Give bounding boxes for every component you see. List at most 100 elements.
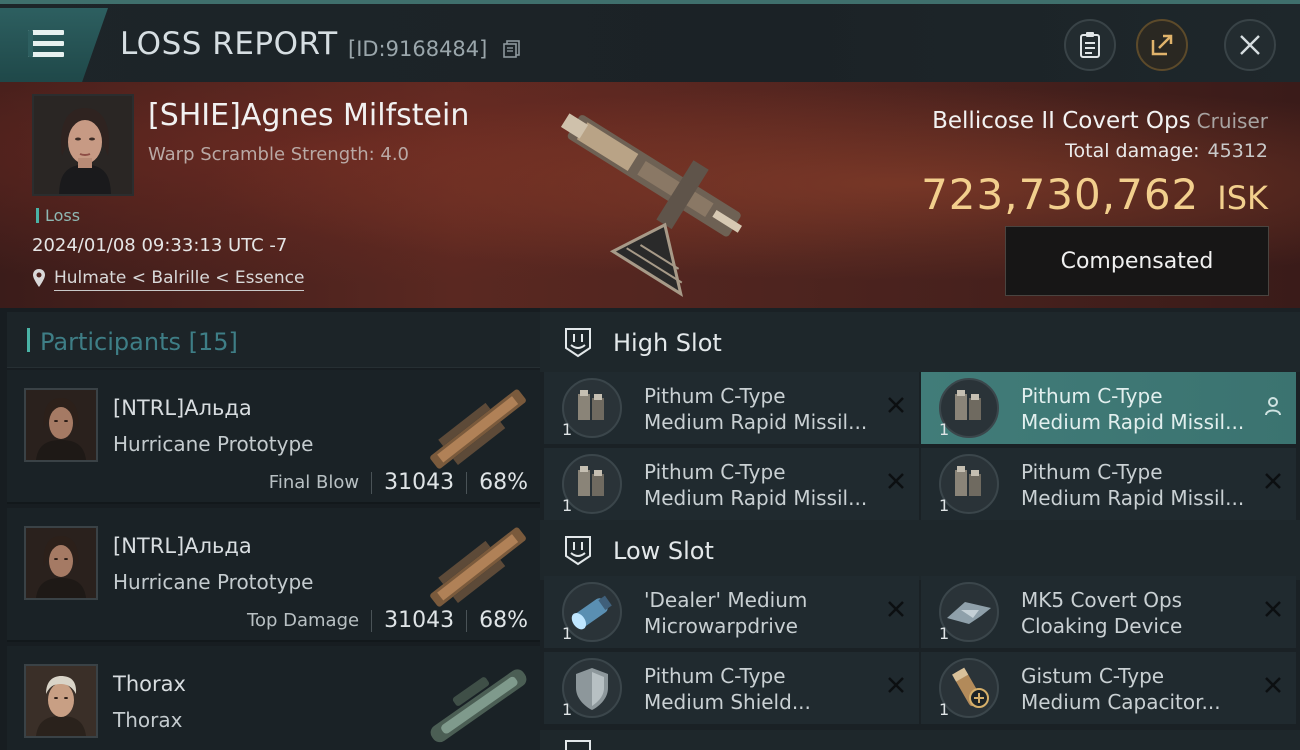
isk-unit: ISK: [1217, 179, 1268, 217]
menu-button[interactable]: [0, 8, 108, 82]
participant-card[interactable]: [NTRL]Альда Hurricane Prototype Top Dama…: [7, 508, 540, 642]
loss-timestamp: 2024/01/08 09:33:13 UTC -7: [32, 235, 288, 256]
participant-ship: Thorax: [113, 708, 183, 732]
location-pin-icon: [33, 269, 45, 287]
top-damage-tag: Top Damage: [247, 610, 360, 631]
module-card-selected[interactable]: 1 Pithum C-Type Medium Rapid Missil...: [921, 372, 1296, 444]
report-id: [ID:9168484]: [348, 37, 488, 61]
participant-card[interactable]: [NTRL]Альда Hurricane Prototype Final Bl…: [7, 370, 540, 504]
module-name-line1: Pithum C-Type: [1021, 384, 1163, 408]
destroyed-x-icon: [888, 601, 904, 617]
module-card[interactable]: 1 Pithum C-Type Medium Shield...: [544, 652, 919, 724]
module-card[interactable]: 1 'Dealer' Medium Microwarpdrive: [544, 576, 919, 648]
victim-ship-image[interactable]: [530, 82, 770, 302]
module-card[interactable]: 1 MK5 Covert Ops Cloaking Device: [921, 576, 1296, 648]
close-icon: [1240, 35, 1260, 55]
module-quantity: 1: [562, 420, 573, 439]
participants-panel: Participants [15] [NTRL]Альда Hurricane …: [0, 308, 540, 750]
module-card[interactable]: 1 Pithum C-Type Medium Rapid Missil...: [921, 448, 1296, 520]
module-quantity: 1: [562, 624, 573, 643]
module-name-line2: Medium Capacitor...: [1021, 690, 1221, 714]
close-button[interactable]: [1224, 19, 1276, 71]
participant-ship-image[interactable]: [419, 510, 537, 610]
loss-tag: Loss: [36, 206, 80, 225]
location-link[interactable]: Hulmate < Balrille < Essence: [54, 268, 305, 291]
total-damage-label: Total damage:: [1065, 140, 1200, 162]
participant-portrait[interactable]: [24, 388, 98, 462]
module-name-line1: Pithum C-Type: [1021, 460, 1163, 484]
module-name-line2: Medium Rapid Missil...: [1021, 410, 1245, 434]
module-name-line1: MK5 Covert Ops: [1021, 588, 1183, 612]
module-name-line2: Medium Rapid Missil...: [644, 410, 868, 434]
participant-name[interactable]: [NTRL]Альда: [113, 534, 252, 558]
module-card[interactable]: 1 Pithum C-Type Medium Rapid Missil...: [544, 372, 919, 444]
participant-name[interactable]: [NTRL]Альда: [113, 396, 252, 420]
participant-ship-image[interactable]: [419, 372, 537, 472]
participant-damage: 31043: [384, 608, 455, 633]
module-quantity: 1: [939, 496, 950, 515]
victim-banner: [SHIE]Agnes Milfstein Warp Scramble Stre…: [0, 82, 1300, 308]
module-name-line2: Medium Rapid Missil...: [1021, 486, 1245, 510]
participants-header: Participants [15]: [7, 312, 540, 368]
module-name-line2: Microwarpdrive: [644, 614, 798, 638]
module-quantity: 1: [562, 496, 573, 515]
high-slot-header: High Slot: [540, 312, 1300, 372]
total-damage-value: 45312: [1207, 140, 1268, 162]
destroyed-x-icon: [1265, 601, 1281, 617]
participants-title: Participants [15]: [40, 328, 238, 356]
isk-value: 723,730,762: [921, 170, 1200, 219]
module-name-line1: 'Dealer' Medium: [644, 588, 808, 612]
participant-portrait[interactable]: [24, 664, 98, 738]
low-slot-icon: [565, 536, 591, 566]
participant-ship-image[interactable]: [419, 648, 537, 748]
final-blow-tag: Final Blow: [268, 472, 360, 493]
module-quantity: 1: [939, 700, 950, 719]
participant-percent: 68%: [479, 470, 528, 495]
fitting-panel: High Slot 1 Pithum C-Type Medium Rapid M…: [540, 308, 1300, 750]
ship-type[interactable]: Bellicose II Covert Ops: [932, 108, 1191, 134]
module-quantity: 1: [562, 700, 573, 719]
low-slot-title: Low Slot: [613, 537, 714, 565]
participant-damage: 31043: [384, 470, 455, 495]
isk-value-row: 723,730,762 ISK: [921, 170, 1268, 219]
participant-percent: 68%: [479, 608, 528, 633]
destroyed-x-icon: [1265, 677, 1281, 693]
menu-icon: [28, 30, 64, 58]
destroyed-x-icon: [1265, 473, 1281, 489]
destroyed-x-icon: [888, 677, 904, 693]
high-slot-icon: [565, 328, 591, 358]
module-card[interactable]: 1 Pithum C-Type Medium Rapid Missil...: [544, 448, 919, 520]
mid-slot-header: [540, 730, 1300, 750]
portrait-image: [34, 96, 132, 194]
module-name-line1: Gistum C-Type: [1021, 664, 1165, 688]
participants-count: [15]: [188, 328, 238, 356]
participant-card[interactable]: Thorax Thorax: [7, 646, 540, 750]
participant-portrait[interactable]: [24, 526, 98, 600]
module-name-line2: Cloaking Device: [1021, 614, 1183, 638]
share-icon: [1151, 34, 1173, 56]
module-quantity: 1: [939, 624, 950, 643]
module-name-line1: Pithum C-Type: [644, 664, 786, 688]
destroyed-x-icon: [888, 397, 904, 413]
page-title: LOSS REPORT: [120, 26, 338, 62]
module-name-line2: Medium Rapid Missil...: [644, 486, 868, 510]
participant-ship: Hurricane Prototype: [113, 570, 314, 594]
warp-scramble-strength: Warp Scramble Strength: 4.0: [148, 144, 410, 165]
module-quantity: 1: [939, 420, 950, 439]
module-name-line2: Medium Shield...: [644, 690, 811, 714]
clipboard-button[interactable]: [1064, 19, 1116, 71]
clipboard-icon: [1080, 32, 1100, 58]
mid-slot-icon: [565, 740, 591, 750]
participant-stats: Final Blow 31043 68%: [269, 470, 528, 495]
victim-portrait[interactable]: [32, 94, 134, 196]
ship-class: Cruiser: [1196, 109, 1268, 133]
victim-name[interactable]: [SHIE]Agnes Milfstein: [148, 98, 469, 133]
copy-icon[interactable]: [502, 39, 522, 59]
top-bar: LOSS REPORT [ID:9168484]: [0, 0, 1300, 82]
participant-name[interactable]: Thorax: [113, 672, 186, 696]
compensated-button[interactable]: Compensated: [1005, 226, 1269, 296]
module-card[interactable]: 1 Gistum C-Type Medium Capacitor...: [921, 652, 1296, 724]
module-name-line1: Pithum C-Type: [644, 460, 786, 484]
share-button[interactable]: [1136, 19, 1188, 71]
participant-ship: Hurricane Prototype: [113, 432, 314, 456]
